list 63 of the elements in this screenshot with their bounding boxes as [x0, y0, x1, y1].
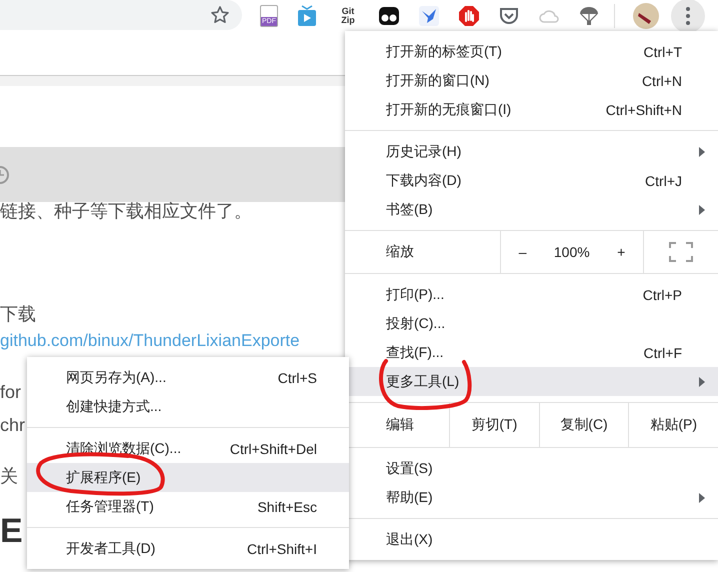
menu-item[interactable]: 打开新的无痕窗口(I) Ctrl+Shift+N — [345, 95, 718, 124]
shortcut-text: Ctrl+Shift+Del — [230, 440, 317, 456]
menu-item-label: 更多工具(L) — [386, 372, 460, 390]
parachute-icon[interactable] — [578, 4, 600, 26]
submenu-arrow-icon — [698, 376, 706, 386]
menu-item-label: 打印(P)... — [386, 286, 444, 304]
menu-item[interactable]: 打印(P)... Ctrl+P — [345, 280, 718, 309]
menu-item[interactable]: 打开新的标签页(T) Ctrl+T — [345, 37, 718, 66]
shortcut-text: Shift+Esc — [257, 498, 317, 514]
shortcut-text: Ctrl+Shift+N — [606, 102, 682, 118]
section-heading: E — [0, 511, 23, 551]
zoom-label: 缩放 — [385, 243, 415, 261]
shortcut-text: Ctrl+F — [644, 344, 682, 360]
menu-item-label: 查找(F)... — [386, 344, 444, 362]
menu-item-label: 扩展程序(E) — [66, 468, 141, 486]
shortcut-text: Ctrl+J — [645, 172, 682, 188]
menu-item-label: 下载内容(D) — [386, 172, 462, 190]
play-extension-icon[interactable] — [296, 4, 318, 26]
zoom-value: 100% — [554, 244, 590, 260]
menu-item-label: 书签(B) — [386, 200, 433, 218]
menu-icon[interactable] — [671, 0, 705, 32]
shortcut-text: Ctrl+T — [644, 44, 682, 60]
menu-item[interactable]: 下载内容(D) Ctrl+J — [345, 166, 718, 195]
menu-item[interactable]: 书签(B) — [345, 195, 718, 224]
menu-item-label: 网页另存为(A)... — [66, 368, 166, 386]
shortcut-text: Ctrl+S — [278, 370, 317, 386]
menu-item-label: 打开新的窗口(N) — [386, 72, 490, 90]
stop-hand-icon[interactable] — [458, 4, 480, 26]
zoom-in-button[interactable]: + — [609, 242, 634, 262]
shortcut-text: Ctrl+N — [642, 72, 682, 88]
menu-item[interactable]: 历史记录(H) — [345, 137, 718, 166]
menu-item[interactable]: 打开新的窗口(N) Ctrl+N — [345, 66, 718, 95]
section-heading: 下载 — [0, 303, 36, 326]
menu-item-label: 设置(S) — [386, 460, 433, 478]
menu-item[interactable]: 投射(C)... — [345, 309, 718, 338]
avatar-icon[interactable] — [633, 2, 659, 28]
menu-item[interactable]: 扩展程序(E) — [27, 463, 349, 492]
menu-item-label: 历史记录(H) — [386, 142, 462, 160]
gitzip-extension-icon[interactable]: Git Zip — [336, 6, 360, 24]
menu-item-label: 创建快捷方式... — [66, 398, 162, 416]
paragraph-text: 关 — [0, 465, 18, 488]
edit-label: 编辑 — [385, 415, 415, 434]
menu-item-label: 打开新的无痕窗口(I) — [386, 100, 512, 118]
menu-item-label: 退出(X) — [386, 530, 433, 548]
menu-item-label: 投射(C)... — [386, 314, 446, 332]
menu-item-label: 打开新的标签页(T) — [386, 42, 502, 60]
clock-icon — [0, 164, 9, 184]
submenu-arrow-icon — [698, 492, 706, 502]
eyes-extension-icon[interactable] — [378, 4, 400, 26]
paragraph-text: chr — [0, 414, 26, 437]
menu-item-label: 任务管理器(T) — [66, 498, 154, 516]
zoom-out-button[interactable]: – — [510, 242, 534, 262]
shortcut-text: Ctrl+P — [642, 286, 682, 302]
star-icon[interactable] — [210, 4, 230, 24]
submenu-arrow-icon — [698, 146, 706, 156]
bird-extension-icon[interactable] — [418, 4, 440, 26]
shortcut-text: Ctrl+Shift+I — [246, 540, 317, 556]
paragraph-text: for — [0, 381, 22, 404]
paragraph-text: 链接、种子等下载相应文件了。 — [0, 200, 252, 222]
menu-item-label: 帮助(E) — [386, 488, 433, 506]
menu-item-label: 开发者工具(D) — [66, 540, 156, 558]
submenu-arrow-icon — [698, 204, 706, 214]
fullscreen-icon[interactable] — [669, 242, 693, 262]
